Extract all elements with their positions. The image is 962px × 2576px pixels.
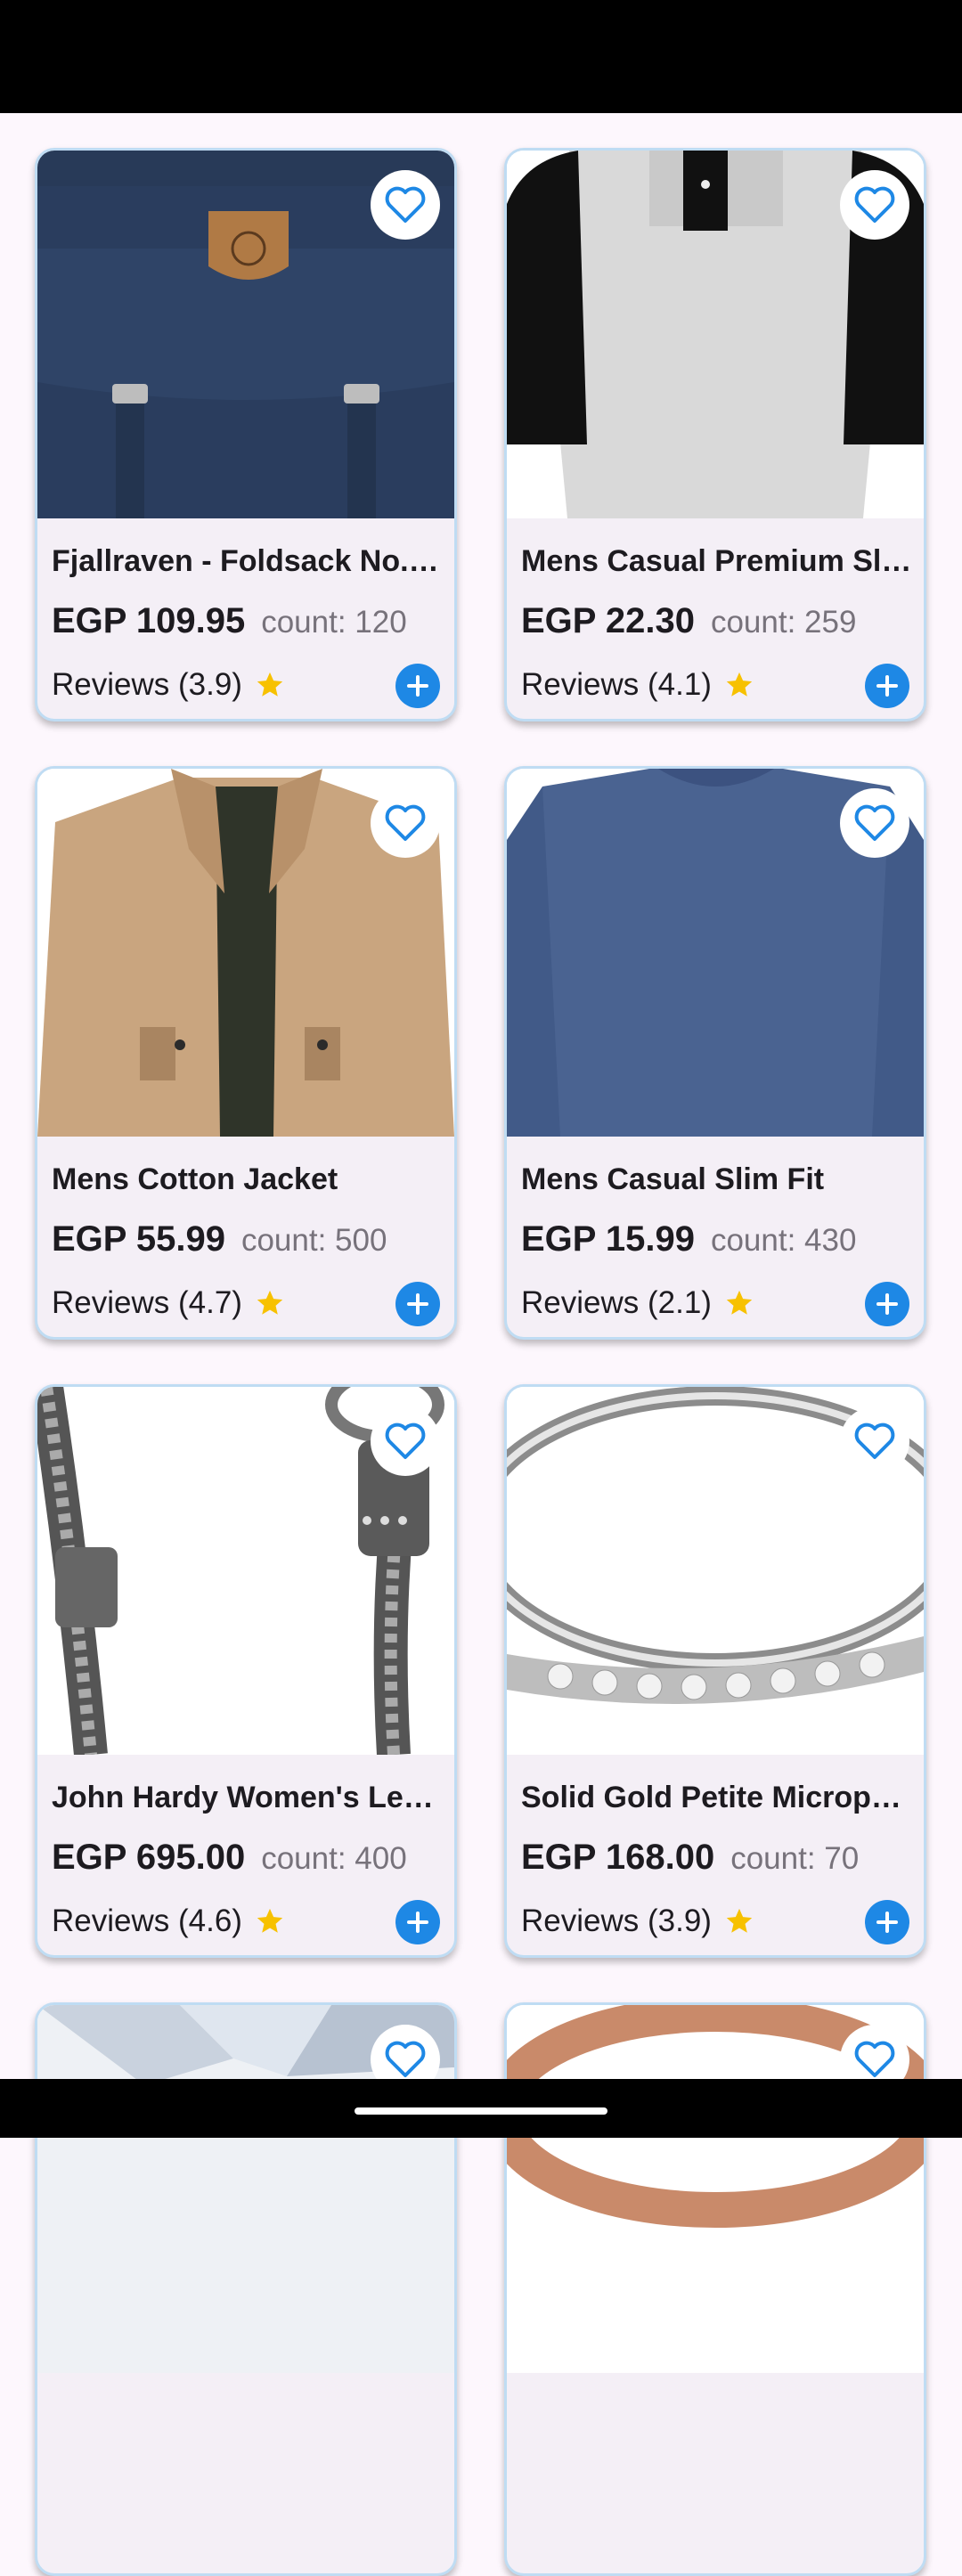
product-title: Solid Gold Petite Micropave	[521, 1781, 913, 1814]
price-value: EGP 22.30	[521, 601, 695, 640]
product-count: count: 400	[261, 1841, 407, 1876]
star-icon	[257, 1290, 283, 1315]
price-value: EGP 109.95	[52, 601, 246, 640]
favorite-button[interactable]	[840, 1406, 909, 1476]
product-reviews: Reviews (4.1)	[521, 667, 754, 703]
product-reviews: Reviews (4.7)	[52, 1285, 285, 1321]
product-price: EGP 695.00 count: 400	[52, 1838, 407, 1878]
reviews-label: Reviews (3.9)	[52, 667, 242, 702]
heart-outline-icon	[385, 2041, 426, 2077]
plus-icon	[407, 675, 428, 697]
product-card[interactable]: Fjallraven - Foldsack No. 1 Backpack, Fi…	[35, 148, 457, 721]
home-gesture-handle[interactable]	[355, 2107, 607, 2115]
heart-outline-icon	[854, 804, 895, 841]
star-icon	[257, 1908, 283, 1933]
reviews-label: Reviews (4.6)	[52, 1903, 242, 1938]
reviews-label: Reviews (4.7)	[52, 1285, 242, 1320]
product-card[interactable]: Mens Casual Slim Fit EGP 15.99 count: 430…	[504, 766, 926, 1340]
heart-outline-icon	[385, 1423, 426, 1459]
star-icon	[726, 1908, 753, 1933]
product-card[interactable]: John Hardy Women's Legends Naga Bracelet…	[35, 1384, 457, 1958]
product-price: EGP 55.99 count: 500	[52, 1219, 387, 1259]
price-value: EGP 15.99	[521, 1219, 695, 1259]
reviews-label: Reviews (4.1)	[521, 667, 712, 702]
plus-icon	[407, 1912, 428, 1933]
product-title: Mens Casual Slim Fit	[521, 1162, 825, 1196]
product-card[interactable]: Mens Cotton Jacket EGP 55.99 count: 500 R…	[35, 766, 457, 1340]
product-card[interactable]: Mens Casual Premium Slim Fit T-Shirts EG…	[504, 148, 926, 721]
product-count: count: 70	[730, 1841, 860, 1876]
favorite-button[interactable]	[371, 1406, 440, 1476]
add-to-cart-button[interactable]	[865, 1282, 909, 1326]
product-price: EGP 22.30 count: 259	[521, 601, 856, 641]
favorite-button[interactable]	[371, 788, 440, 858]
heart-outline-icon	[854, 186, 895, 223]
product-price: EGP 15.99 count: 430	[521, 1219, 856, 1259]
price-value: EGP 55.99	[52, 1219, 225, 1259]
favorite-button[interactable]	[840, 788, 909, 858]
plus-icon	[876, 1293, 898, 1315]
product-grid: Fjallraven - Foldsack No. 1 Backpack, Fi…	[0, 0, 962, 2576]
favorite-button[interactable]	[371, 170, 440, 240]
add-to-cart-button[interactable]	[865, 664, 909, 708]
product-count: count: 500	[240, 1223, 387, 1258]
price-value: EGP 695.00	[52, 1838, 246, 1877]
product-title: Fjallraven - Foldsack No. 1 Backpack, Fi…	[52, 544, 444, 578]
plus-icon	[876, 675, 898, 697]
heart-outline-icon	[385, 804, 426, 841]
product-title: Mens Cotton Jacket	[52, 1162, 338, 1196]
product-reviews: Reviews (4.6)	[52, 1903, 285, 1939]
star-icon	[257, 672, 283, 697]
add-to-cart-button[interactable]	[395, 664, 440, 708]
heart-outline-icon	[385, 186, 426, 223]
product-count: count: 430	[710, 1223, 857, 1258]
heart-outline-icon	[854, 2041, 895, 2077]
product-title: John Hardy Women's Legends Naga Bracelet	[52, 1781, 444, 1814]
product-price: EGP 168.00 count: 70	[521, 1838, 859, 1878]
product-reviews: Reviews (3.9)	[521, 1903, 754, 1939]
add-to-cart-button[interactable]	[395, 1282, 440, 1326]
star-icon	[726, 672, 753, 697]
product-reviews: Reviews (3.9)	[52, 667, 285, 703]
star-icon	[726, 1290, 753, 1315]
favorite-button[interactable]	[840, 170, 909, 240]
price-value: EGP 168.00	[521, 1838, 715, 1877]
heart-outline-icon	[854, 1423, 895, 1459]
product-count: count: 259	[710, 605, 857, 640]
plus-icon	[407, 1293, 428, 1315]
product-reviews: Reviews (2.1)	[521, 1285, 754, 1321]
reviews-label: Reviews (3.9)	[521, 1903, 712, 1938]
product-count: count: 120	[261, 605, 407, 640]
add-to-cart-button[interactable]	[865, 1900, 909, 1944]
add-to-cart-button[interactable]	[395, 1900, 440, 1944]
product-card[interactable]: Solid Gold Petite Micropave EGP 168.00 co…	[504, 1384, 926, 1958]
plus-icon	[876, 1912, 898, 1933]
product-title: Mens Casual Premium Slim Fit T-Shirts	[521, 544, 913, 578]
product-price: EGP 109.95 count: 120	[52, 601, 407, 641]
reviews-label: Reviews (2.1)	[521, 1285, 712, 1320]
